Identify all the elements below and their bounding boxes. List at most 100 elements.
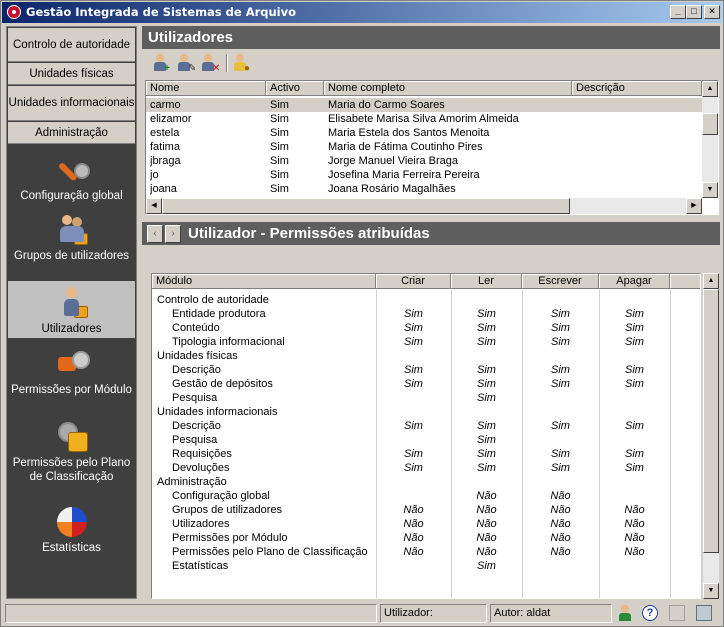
table-row[interactable]: jo Sim Josefina Maria Ferreira Pereira — [146, 168, 702, 182]
nav-item-estatisticas[interactable]: Estatísticas — [8, 507, 135, 557]
table-row[interactable]: Pesquisa Sim — [152, 433, 700, 447]
nav-item-label: Configuração global — [20, 190, 123, 202]
table-row[interactable]: Unidades informacionais — [152, 405, 700, 419]
cell-permission-l: Sim — [477, 364, 496, 376]
next-user-button[interactable]: › — [165, 225, 181, 243]
nav-item-utilizadores[interactable]: Utilizadores — [8, 281, 135, 338]
cell-permission-l: Sim — [477, 560, 496, 572]
scroll-down-icon[interactable]: ▼ — [703, 583, 719, 599]
table-row[interactable]: Descrição Sim Sim Sim Sim — [152, 419, 700, 433]
maximize-button[interactable]: □ — [686, 5, 702, 19]
previous-user-button[interactable]: ‹ — [147, 225, 163, 243]
sidebar: Controlo de autoridade Unidades físicas … — [6, 26, 137, 599]
table-row[interactable]: Entidade produtora Sim Sim Sim Sim — [152, 307, 700, 321]
column-header-nome[interactable]: Nome — [146, 81, 266, 96]
cell-permission-a: Sim — [625, 336, 644, 348]
cell-permission-l: Sim — [477, 322, 496, 334]
nav-item-label: Permissões por Módulo — [11, 384, 132, 396]
table-row[interactable]: Pesquisa Sim — [152, 391, 700, 405]
table-row[interactable]: joana Sim Joana Rosário Magalhães — [146, 182, 702, 196]
cell-activo: Sim — [270, 113, 289, 125]
nav-section-controlo-autoridade[interactable]: Controlo de autoridade — [8, 28, 135, 62]
scroll-down-icon[interactable]: ▼ — [702, 182, 718, 198]
nav-section-administracao[interactable]: Administração — [8, 122, 135, 144]
add-user-button[interactable]: + — [152, 53, 172, 74]
title-bar[interactable]: Gestão Integrada de Sistemas de Arquivo … — [2, 2, 722, 23]
table-row[interactable]: Devoluções Sim Sim Sim Sim — [152, 461, 700, 475]
delete-user-button[interactable]: ✕ — [200, 53, 220, 74]
table-row[interactable]: elizamor Sim Elisabete Marisa Silva Amorim… — [146, 112, 702, 126]
scroll-thumb[interactable] — [702, 113, 718, 135]
scroll-up-icon[interactable]: ▲ — [703, 273, 719, 289]
cell-permission-l: Não — [476, 490, 497, 502]
cell-permission-l: Sim — [477, 462, 496, 474]
exit-icon[interactable] — [696, 605, 712, 621]
table-row[interactable]: Estatísticas Sim — [152, 559, 700, 573]
column-header-descricao[interactable]: Descrição — [572, 81, 702, 96]
cell-nome: fatima — [150, 141, 180, 153]
cell-modulo: Pesquisa — [172, 434, 218, 446]
table-row[interactable]: jbraga Sim Jorge Manuel Vieira Braga — [146, 154, 702, 168]
table-row[interactable]: Administração — [152, 475, 700, 489]
table-row[interactable]: Gestão de depósitos Sim Sim Sim Sim — [152, 377, 700, 391]
column-header-activo[interactable]: Activo — [266, 81, 324, 96]
table-row[interactable]: Conteúdo Sim Sim Sim Sim — [152, 321, 700, 335]
table-row[interactable]: Requisições Sim Sim Sim Sim — [152, 447, 700, 461]
permissions-vertical-scrollbar[interactable]: ▲ ▼ — [703, 273, 719, 599]
scroll-right-icon[interactable]: ▶ — [686, 198, 702, 214]
table-row[interactable]: Tipologia informacional Sim Sim Sim Sim — [152, 335, 700, 349]
nav-item-permissoes-plano[interactable]: Permissões pelo Plano de Classificação — [8, 420, 135, 496]
column-header-escrever[interactable]: Escrever — [522, 274, 599, 289]
column-header-apagar[interactable]: Apagar — [599, 274, 670, 289]
table-row[interactable]: Grupos de utilizadores Não Não Não Não — [152, 503, 700, 517]
table-row[interactable]: carmo Sim Maria do Carmo Soares — [146, 98, 702, 112]
cell-permission-a: Sim — [625, 462, 644, 474]
table-row[interactable]: Permissões por Módulo Não Não Não Não — [152, 531, 700, 545]
users-vertical-scrollbar[interactable]: ▲ ▼ — [702, 81, 718, 198]
column-header-ler[interactable]: Ler — [451, 274, 522, 289]
table-row[interactable]: Configuração global Não Não — [152, 489, 700, 503]
cell-activo: Sim — [270, 155, 289, 167]
user-permissions-button[interactable]: ● — [232, 53, 252, 74]
cell-modulo: Devoluções — [172, 462, 230, 474]
cell-modulo: Grupos de utilizadores — [172, 504, 283, 516]
app-logo-icon — [7, 5, 21, 19]
column-header-modulo[interactable]: Módulo — [152, 274, 376, 289]
close-button[interactable]: ✕ — [704, 5, 720, 19]
user-icon — [156, 54, 164, 62]
nav-item-configuracao-global[interactable]: Configuração global — [8, 153, 135, 203]
table-row[interactable]: Unidades físicas — [152, 349, 700, 363]
cell-permission-a: Sim — [625, 448, 644, 460]
table-row[interactable]: Utilizadores Não Não Não Não — [152, 517, 700, 531]
scroll-up-icon[interactable]: ▲ — [702, 81, 718, 97]
users-horizontal-scrollbar[interactable]: ◀ ▶ — [146, 198, 702, 214]
table-row[interactable]: Permissões pelo Plano de Classificação Nã… — [152, 545, 700, 559]
help-icon[interactable]: ? — [642, 605, 658, 621]
nav-item-grupos-utilizadores[interactable]: Grupos de utilizadores — [8, 213, 135, 277]
user-status-icon[interactable] — [617, 605, 633, 621]
cell-permission-l: Não — [476, 504, 497, 516]
nav-item-permissoes-modulo[interactable]: Permissões por Módulo — [8, 347, 135, 409]
table-row[interactable]: Controlo de autoridade — [152, 293, 700, 307]
cell-activo: Sim — [270, 183, 289, 195]
table-row[interactable]: estela Sim Maria Estela dos Santos Menoita — [146, 126, 702, 140]
cell-nome: elizamor — [150, 113, 192, 125]
cell-activo: Sim — [270, 127, 289, 139]
disabled-icon — [669, 605, 685, 621]
cell-permission-l: Não — [476, 518, 497, 530]
users-panel-title: Utilizadores — [142, 26, 720, 49]
cell-activo: Sim — [270, 169, 289, 181]
scroll-thumb[interactable] — [162, 198, 570, 214]
minimize-button[interactable]: _ — [670, 5, 686, 19]
table-row[interactable]: fatima Sim Maria de Fátima Coutinho Pires — [146, 140, 702, 154]
scroll-left-icon[interactable]: ◀ — [146, 198, 162, 214]
scroll-thumb[interactable] — [703, 289, 719, 553]
table-row[interactable]: Descrição Sim Sim Sim Sim — [152, 363, 700, 377]
cell-modulo: Descrição — [172, 420, 221, 432]
column-header-nome-completo[interactable]: Nome completo — [324, 81, 572, 96]
edit-user-button[interactable]: ✎ — [176, 53, 196, 74]
column-header-criar[interactable]: Criar — [376, 274, 451, 289]
nav-section-unidades-fisicas[interactable]: Unidades físicas — [8, 63, 135, 85]
cell-modulo: Configuração global — [172, 490, 270, 502]
nav-section-unidades-informacionais[interactable]: Unidades informacionais — [8, 86, 135, 121]
